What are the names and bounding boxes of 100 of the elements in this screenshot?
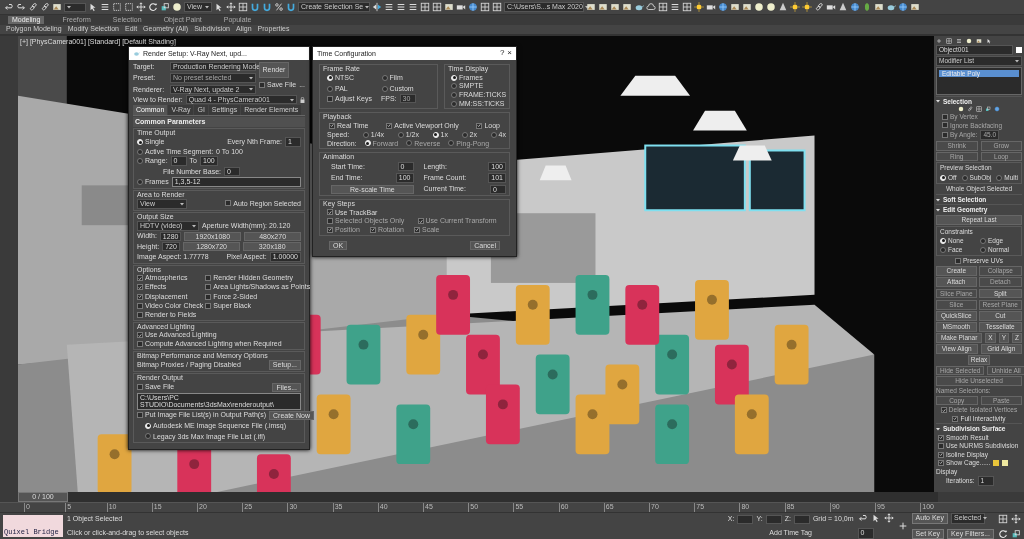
checkmark-icon: [370, 227, 375, 233]
rotate-icon[interactable]: [998, 528, 1008, 539]
close-button[interactable]: ×: [507, 49, 512, 58]
camera-icon[interactable]: [826, 2, 836, 12]
sun-icon[interactable]: [790, 2, 800, 12]
checkmark-icon: [941, 407, 946, 413]
move-icon[interactable]: [136, 2, 146, 12]
image-icon[interactable]: [52, 2, 62, 12]
move-icon[interactable]: [1011, 513, 1021, 524]
checkmark-icon: [330, 123, 334, 129]
grid-icon[interactable]: [658, 2, 668, 12]
scale-icon[interactable]: [160, 2, 170, 12]
image-icon[interactable]: [730, 2, 740, 12]
sphere-icon[interactable]: [966, 37, 972, 44]
caret-icon[interactable]: [205, 5, 209, 9]
cage-color-swatch[interactable]: [993, 460, 1000, 466]
image-icon[interactable]: [598, 2, 608, 12]
globe-icon[interactable]: [898, 2, 908, 12]
mirror-icon[interactable]: [372, 2, 382, 12]
plus-icon[interactable]: [936, 37, 942, 44]
coordinate-field[interactable]: [737, 514, 754, 524]
collapse-icon[interactable]: [936, 208, 940, 212]
checkmark-icon: [953, 416, 958, 422]
grid-icon[interactable]: [480, 2, 490, 12]
teapot-icon[interactable]: [886, 2, 896, 12]
list-icon[interactable]: [408, 2, 418, 12]
object-color-swatch[interactable]: [1016, 46, 1022, 53]
grid-icon[interactable]: [432, 2, 442, 12]
cursor-icon[interactable]: [88, 2, 98, 12]
globe-icon[interactable]: [718, 2, 728, 12]
lock-icon[interactable]: [300, 96, 305, 103]
cone-icon[interactable]: [838, 2, 848, 12]
image-icon[interactable]: [910, 2, 920, 12]
scale-icon[interactable]: [1011, 528, 1021, 539]
grid-icon[interactable]: [998, 513, 1008, 524]
checkmark-icon: [328, 209, 332, 215]
checkmark-icon: [939, 435, 943, 441]
checkmark-icon: [387, 123, 392, 129]
grid-icon[interactable]: [976, 106, 982, 113]
grid-icon[interactable]: [682, 2, 692, 12]
grid-icon[interactable]: [238, 2, 248, 12]
cage-color-swatch[interactable]: [1002, 460, 1009, 466]
list-icon[interactable]: [670, 2, 680, 12]
caret-icon[interactable]: [983, 516, 988, 521]
camera-icon[interactable]: [456, 2, 466, 12]
redo-icon[interactable]: [16, 2, 26, 12]
link-icon[interactable]: [40, 2, 50, 12]
image-icon[interactable]: [622, 2, 632, 12]
link-icon[interactable]: [28, 2, 38, 12]
caret-icon[interactable]: [248, 87, 253, 92]
image-icon[interactable]: [586, 2, 596, 12]
checkmark-icon: [138, 332, 142, 338]
coordinate-field[interactable]: [793, 514, 810, 524]
cone-icon[interactable]: [778, 2, 788, 12]
caret-icon[interactable]: [584, 5, 589, 9]
list-icon[interactable]: [396, 2, 406, 12]
rotate-icon[interactable]: [148, 2, 158, 12]
leaf-icon[interactable]: [862, 2, 872, 12]
list-icon[interactable]: [956, 37, 962, 44]
teapot-icon: [133, 50, 140, 57]
move-icon[interactable]: [226, 2, 236, 12]
cloud-icon[interactable]: [646, 2, 656, 12]
camera-icon[interactable]: [706, 2, 716, 12]
list-icon[interactable]: [100, 2, 110, 12]
grid-icon[interactable]: [420, 2, 430, 12]
cursor-icon[interactable]: [986, 37, 992, 44]
teapot-icon[interactable]: [634, 2, 644, 12]
undo-icon[interactable]: [4, 2, 14, 12]
grid-icon[interactable]: [492, 2, 502, 12]
magnet-icon[interactable]: [286, 2, 296, 12]
globe-icon[interactable]: [850, 2, 860, 12]
checkmark-icon: [477, 123, 482, 129]
caret-icon[interactable]: [67, 5, 71, 9]
image-icon[interactable]: [444, 2, 454, 12]
sphere-icon[interactable]: [172, 2, 182, 12]
move-icon[interactable]: [883, 513, 894, 524]
globe-icon[interactable]: [994, 106, 1000, 113]
sphere-icon[interactable]: [958, 106, 964, 113]
percent-icon[interactable]: [274, 2, 284, 12]
checkmark-icon: [328, 227, 332, 233]
sun-icon[interactable]: [802, 2, 812, 12]
globe-icon[interactable]: [468, 2, 478, 12]
help-button[interactable]: ?: [499, 49, 505, 58]
coordinate-field[interactable]: [765, 514, 782, 524]
caret-icon[interactable]: [290, 97, 295, 102]
scale-icon[interactable]: [985, 106, 991, 113]
image-icon[interactable]: [742, 2, 752, 12]
dropdown[interactable]: [64, 2, 86, 12]
caret-icon[interactable]: [365, 5, 370, 9]
plus-icon[interactable]: [897, 521, 908, 531]
undo-icon[interactable]: [857, 513, 868, 524]
link-icon[interactable]: [814, 2, 824, 12]
image-icon[interactable]: [610, 2, 620, 12]
grid-icon[interactable]: [946, 37, 952, 44]
link-icon[interactable]: [967, 106, 973, 113]
cursor-icon[interactable]: [214, 2, 224, 12]
sun-icon[interactable]: [694, 2, 704, 12]
list-icon[interactable]: [384, 2, 394, 12]
image-icon[interactable]: [976, 37, 982, 44]
image-icon[interactable]: [874, 2, 884, 12]
